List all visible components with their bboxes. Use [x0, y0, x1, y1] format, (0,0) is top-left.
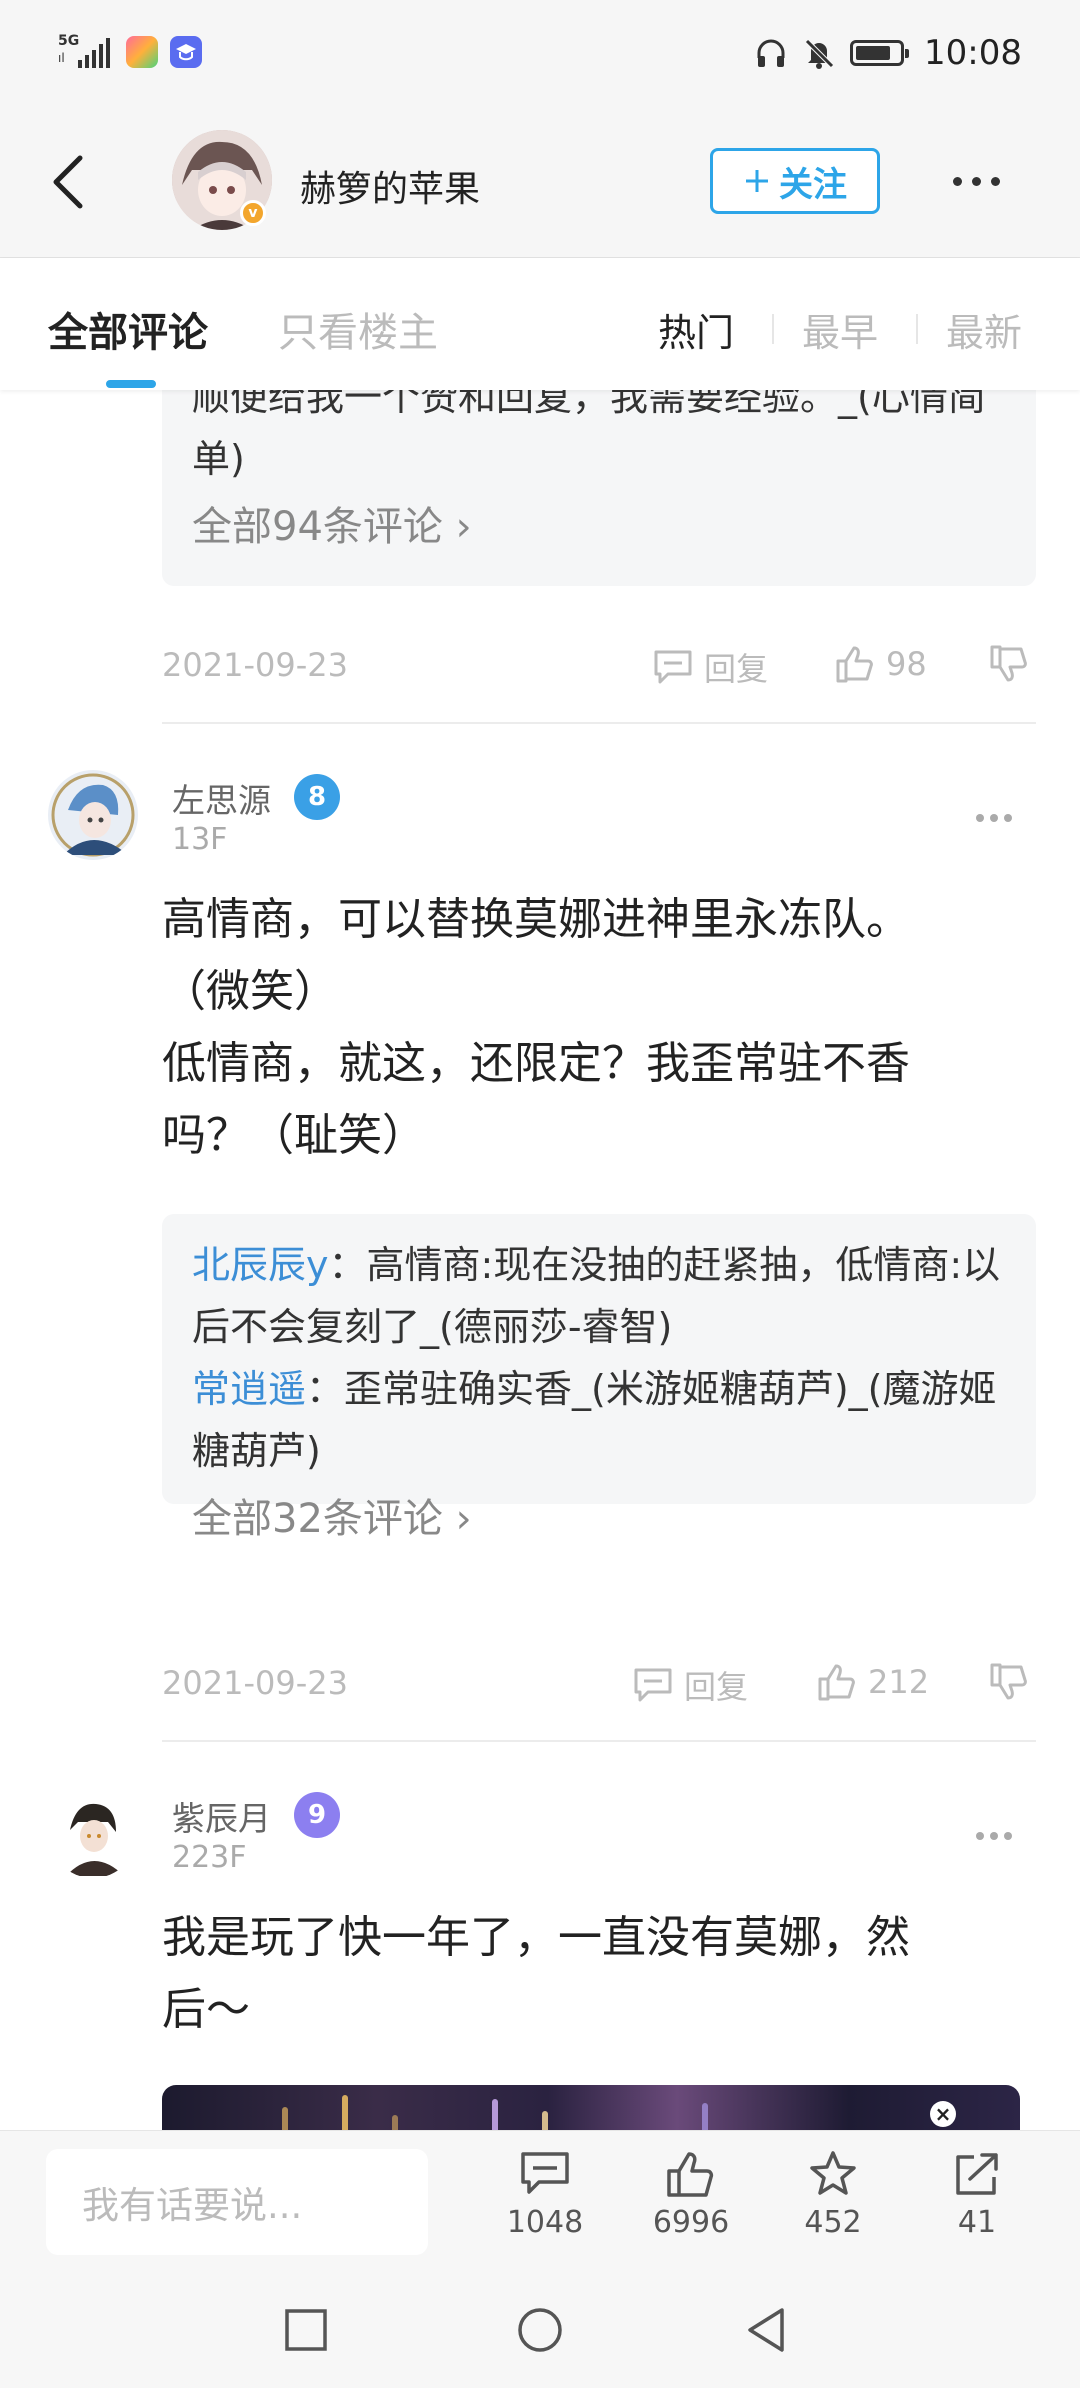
comment-filter-tabs: 全部评论 只看楼主 热门 最早 最新 [0, 258, 1080, 390]
comment-icon [634, 1668, 672, 1702]
network-type: 5G [58, 33, 80, 49]
view-all-replies-link[interactable]: 全部32条评论 › [192, 1488, 1006, 1550]
battery-icon [850, 40, 910, 66]
system-nav-bar [0, 2270, 1080, 2388]
thumbs-down-icon [990, 1663, 1027, 1700]
star-icon [810, 2151, 856, 2195]
back-button[interactable] [46, 152, 90, 212]
avatar[interactable] [48, 1788, 138, 1878]
comment-more-button[interactable] [976, 1826, 1020, 1846]
reply-preview-box[interactable]: 顺便给我一个赞和回复，我需要经验。_(心情简单) 全部94条评论 › [162, 390, 1036, 586]
reply-preview-box[interactable]: 北辰辰y：高情商:现在没抽的赶紧抽，低情商:以后不会复刻了_(德丽莎-睿智) 常… [162, 1214, 1036, 1542]
comment-icon [654, 650, 692, 684]
app-notification-icon [126, 36, 158, 68]
comment-date: 2021-09-23 [162, 646, 348, 684]
close-icon[interactable]: × [930, 2101, 956, 2127]
reply-user[interactable]: 北辰辰y [192, 1243, 329, 1287]
dislike-button[interactable] [988, 644, 1030, 684]
plus-icon [746, 170, 768, 192]
chevron-left-icon [53, 155, 83, 209]
recents-icon[interactable] [284, 2308, 328, 2352]
mute-icon [805, 39, 834, 69]
clock: 10:08 [924, 33, 1022, 73]
like-button[interactable]: 98 [834, 644, 927, 684]
comment-meta: 2021-09-23 回复 98 [162, 640, 1036, 690]
avatar[interactable] [48, 770, 138, 860]
sort-newest[interactable]: 最新 [946, 302, 1022, 357]
reply-text: 顺便给我一个赞和回复，我需要经验。_(心情简单) [192, 390, 986, 481]
post-header: v 赫箩的苹果 关注 [0, 110, 1080, 258]
follow-label: 关注 [779, 164, 847, 205]
like-post-button[interactable]: 6996 [636, 2149, 746, 2240]
like-count: 98 [886, 645, 927, 683]
commenter-name[interactable]: 左思源 [172, 774, 271, 822]
like-count: 212 [868, 1663, 930, 1701]
share-button[interactable]: 41 [922, 2149, 1032, 2240]
share-count: 41 [957, 2205, 997, 2240]
comments-button[interactable]: 1048 [490, 2149, 600, 2240]
comment-body: 高情商，可以替换莫娜进神里永冻队。 （微笑） 低情商，就这，还限定？我歪常驻不香… [162, 894, 910, 1161]
commenter-name[interactable]: 紫辰月 [172, 1792, 271, 1840]
follow-button[interactable]: 关注 [710, 148, 880, 214]
bottom-action-bar: 我有话要说... 1048 6996 452 41 [0, 2130, 1080, 2270]
home-icon[interactable] [516, 2306, 564, 2354]
thumbs-up-icon [667, 2152, 714, 2197]
reply-user[interactable]: 常逍遥 [192, 1367, 306, 1411]
reply-item: 北辰辰y：高情商:现在没抽的赶紧抽，低情商:以后不会复刻了_(德丽莎-睿智) [192, 1243, 1001, 1349]
floor-number: 223F [172, 1840, 247, 1875]
comment-input[interactable]: 我有话要说... [46, 2149, 428, 2255]
comment-image[interactable] [162, 2085, 1020, 2130]
share-icon [956, 2153, 998, 2195]
signal-icon: 5G ıl [58, 34, 114, 72]
reply-button[interactable]: 回复 [652, 644, 768, 690]
sort-hot[interactable]: 热门 [658, 302, 734, 357]
like-button[interactable]: 212 [816, 1662, 929, 1702]
dislike-button[interactable] [988, 1662, 1030, 1702]
reply-button[interactable]: 回复 [632, 1662, 748, 1708]
like-count: 6996 [652, 2205, 730, 2240]
tab-active-indicator [106, 380, 156, 388]
tab-op-only[interactable]: 只看楼主 [278, 300, 438, 358]
favorite-count: 452 [804, 2205, 862, 2240]
back-icon[interactable] [744, 2306, 788, 2354]
comment-list[interactable]: 顺便给我一个赞和回复，我需要经验。_(心情简单) 全部94条评论 › 2021-… [0, 390, 1080, 2130]
headphones-icon [757, 39, 785, 67]
comment-body: 我是玩了快一年了，一直没有莫娜，然 后～ [162, 1912, 910, 2035]
reply-item: 常逍遥：歪常驻确实香_(米游姬糖葫芦)_(魔游姬糖葫芦) [192, 1367, 997, 1473]
thumbs-up-icon [836, 646, 873, 683]
more-options-button[interactable] [946, 166, 1006, 196]
level-badge-icon: 9 [294, 1792, 340, 1838]
floor-number: 13F [172, 822, 228, 857]
comment-meta: 2021-09-23 回复 212 [162, 1658, 1036, 1708]
author-name[interactable]: 赫箩的苹果 [300, 160, 480, 212]
comment-count: 1048 [506, 2205, 584, 2240]
view-all-replies-link[interactable]: 全部94条评论 › [192, 496, 1006, 558]
favorite-button[interactable]: 452 [778, 2149, 888, 2240]
sort-earliest[interactable]: 最早 [802, 302, 878, 357]
comment-more-button[interactable] [976, 808, 1020, 828]
thumbs-up-icon [818, 1664, 855, 1701]
comment-icon [521, 2152, 569, 2194]
app-notification-icon [170, 36, 202, 68]
tab-all-comments[interactable]: 全部评论 [48, 300, 208, 358]
level-badge-icon: 8 [294, 774, 340, 820]
comment-date: 2021-09-23 [162, 1664, 348, 1702]
verified-badge-icon: v [240, 200, 266, 226]
status-bar: 5G ıl 10:08 [0, 0, 1080, 110]
thumbs-down-icon [990, 645, 1027, 682]
